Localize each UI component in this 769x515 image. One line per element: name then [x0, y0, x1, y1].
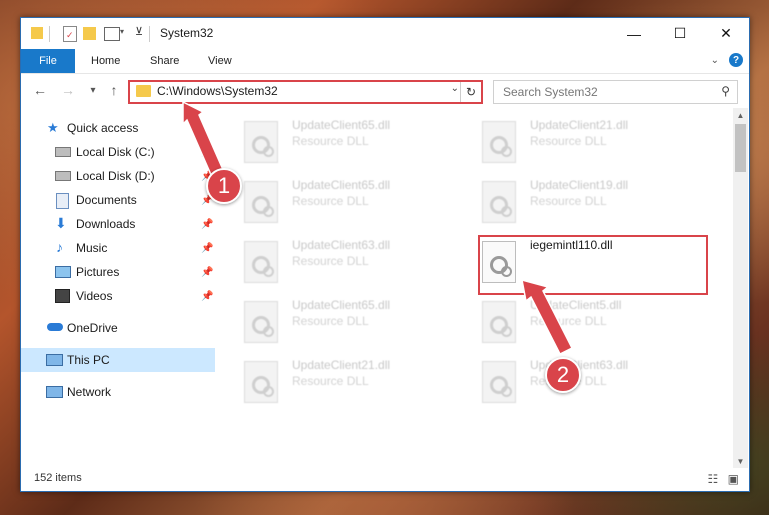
annotation-arrows	[182, 100, 574, 356]
step-1-badge: 1	[206, 168, 242, 204]
step-2-badge: 2	[545, 357, 581, 393]
arrow-1	[182, 100, 225, 178]
arrow-2	[521, 278, 574, 356]
